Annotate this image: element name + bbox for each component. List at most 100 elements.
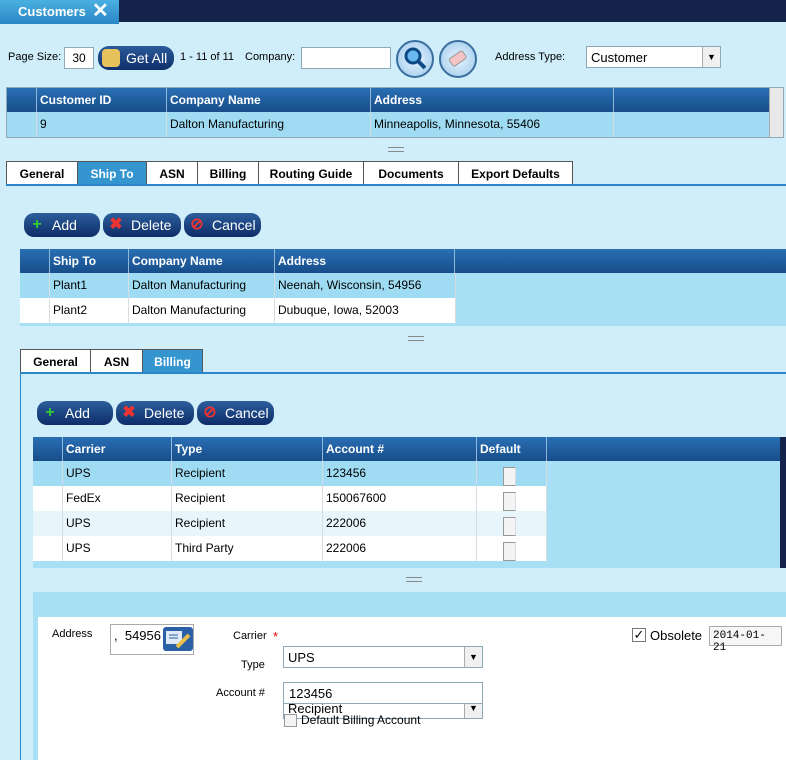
table-row[interactable]: Plant1 Dalton Manufacturing Neenah, Wisc… <box>20 273 456 298</box>
col-type[interactable]: Type <box>172 437 323 461</box>
cell-type: Recipient <box>172 511 323 536</box>
cell-default <box>477 511 547 536</box>
billing-delete-button[interactable]: ✖ Delete <box>116 401 194 425</box>
row-indicator-header <box>33 437 63 461</box>
company-input[interactable] <box>301 47 391 69</box>
cancel-label: Cancel <box>212 217 256 233</box>
shipto-grid-header: Ship To Company Name Address <box>20 249 786 273</box>
splitter-handle[interactable] <box>408 336 424 341</box>
get-all-button[interactable]: Get All <box>98 46 174 70</box>
add-button[interactable]: + Add <box>24 213 100 237</box>
cell-ship-to: Plant1 <box>50 273 129 298</box>
search-icon <box>404 47 427 70</box>
address-label: Address <box>52 628 93 640</box>
row-indicator <box>7 112 37 137</box>
account-input[interactable]: 123456 <box>283 682 483 704</box>
row-indicator <box>33 536 63 561</box>
col-company-name[interactable]: Company Name <box>129 249 275 273</box>
cell-customer-id: 9 <box>37 112 167 137</box>
database-icon <box>102 49 120 67</box>
tab-ship-to[interactable]: Ship To <box>77 161 147 185</box>
subtab-underline <box>20 372 786 374</box>
splitter-handle[interactable] <box>406 577 422 582</box>
carrier-select[interactable]: UPS ▼ <box>283 646 483 668</box>
row-indicator <box>20 273 50 298</box>
tab-export-defaults[interactable]: Export Defaults <box>458 161 573 185</box>
subtab-asn[interactable]: ASN <box>90 349 143 373</box>
address-type-select[interactable]: Customer ▼ <box>586 46 721 68</box>
col-company-name[interactable]: Company Name <box>167 88 371 112</box>
billing-grid-header: Carrier Type Account # Default <box>33 437 786 461</box>
sub-tabs: General ASN Billing <box>20 349 203 373</box>
cell-default <box>477 536 547 561</box>
cell-company-name: Dalton Manufacturing <box>129 273 275 298</box>
page-size-input[interactable]: 30 <box>64 47 94 69</box>
table-row[interactable]: 9 Dalton Manufacturing Minneapolis, Minn… <box>7 112 783 137</box>
obsolete-date-field[interactable]: 2014-01-21 <box>709 626 782 654</box>
plus-icon: + <box>32 216 42 233</box>
delete-label: Delete <box>131 217 172 233</box>
default-checkbox[interactable] <box>503 542 516 561</box>
address-value: , 54956 <box>114 628 161 643</box>
tab-customers[interactable]: Customers ✕ <box>0 0 119 24</box>
default-checkbox[interactable] <box>503 492 516 511</box>
required-marker: * <box>273 629 279 644</box>
cell-company-name: Dalton Manufacturing <box>129 298 275 323</box>
tab-billing[interactable]: Billing <box>197 161 259 185</box>
close-icon[interactable]: ✕ <box>92 0 109 22</box>
subtab-general[interactable]: General <box>20 349 91 373</box>
row-indicator <box>33 461 63 486</box>
vertical-scrollbar[interactable] <box>769 88 783 137</box>
delete-icon: ✖ <box>122 404 136 421</box>
cell-carrier: UPS <box>63 461 172 486</box>
col-account[interactable]: Account # <box>323 437 477 461</box>
search-button[interactable] <box>396 40 434 78</box>
page-size-label: Page Size: <box>8 51 62 63</box>
splitter-handle[interactable] <box>388 147 404 152</box>
plus-icon: + <box>45 404 55 421</box>
subtab-billing[interactable]: Billing <box>142 349 203 373</box>
cancel-button[interactable]: ⊘ Cancel <box>184 213 261 237</box>
cancel-icon: ⊘ <box>190 216 204 233</box>
cell-carrier: UPS <box>63 536 172 561</box>
col-ship-to[interactable]: Ship To <box>50 249 129 273</box>
billing-cancel-button[interactable]: ⊘ Cancel <box>197 401 274 425</box>
row-indicator <box>33 486 63 511</box>
tab-general[interactable]: General <box>6 161 78 185</box>
carrier-label: Carrier <box>233 630 267 642</box>
record-range: 1 - 11 of 11 <box>180 51 235 63</box>
tab-routing-guide[interactable]: Routing Guide <box>258 161 364 185</box>
default-checkbox[interactable] <box>503 517 516 536</box>
table-row[interactable]: FedEx Recipient 150067600 <box>33 486 547 511</box>
main-tabs: General Ship To ASN Billing Routing Guid… <box>6 161 573 185</box>
col-customer-id[interactable]: Customer ID <box>37 88 167 112</box>
obsolete-label: Obsolete <box>650 628 703 643</box>
default-billing-checkbox[interactable] <box>284 714 297 727</box>
add-label: Add <box>65 405 90 421</box>
col-address[interactable]: Address <box>275 249 455 273</box>
table-row[interactable]: UPS Recipient 222006 <box>33 511 547 536</box>
table-row[interactable]: UPS Third Party 222006 <box>33 536 547 561</box>
clear-button[interactable] <box>439 40 477 78</box>
col-address[interactable]: Address <box>371 88 614 112</box>
address-edit-button[interactable] <box>163 627 193 651</box>
billing-add-button[interactable]: + Add <box>37 401 113 425</box>
cell-carrier: UPS <box>63 511 172 536</box>
obsolete-checkbox[interactable]: ✓ <box>632 628 646 642</box>
company-label: Company: <box>245 51 296 63</box>
tab-documents[interactable]: Documents <box>363 161 459 185</box>
default-billing-label: Default Billing Account <box>301 713 421 727</box>
tab-underline <box>6 184 786 186</box>
delete-button[interactable]: ✖ Delete <box>103 213 181 237</box>
cell-address: Dubuque, Iowa, 52003 <box>275 298 456 323</box>
vertical-scrollbar[interactable] <box>780 437 786 568</box>
tab-asn[interactable]: ASN <box>146 161 198 185</box>
eraser-icon <box>448 50 467 67</box>
cell-account: 150067600 <box>323 486 477 511</box>
col-carrier[interactable]: Carrier <box>63 437 172 461</box>
col-default[interactable]: Default <box>477 437 547 461</box>
edit-icon <box>166 631 191 649</box>
default-checkbox[interactable] <box>503 467 516 486</box>
table-row[interactable]: Plant2 Dalton Manufacturing Dubuque, Iow… <box>20 298 456 323</box>
table-row[interactable]: UPS Recipient 123456 <box>33 461 547 486</box>
